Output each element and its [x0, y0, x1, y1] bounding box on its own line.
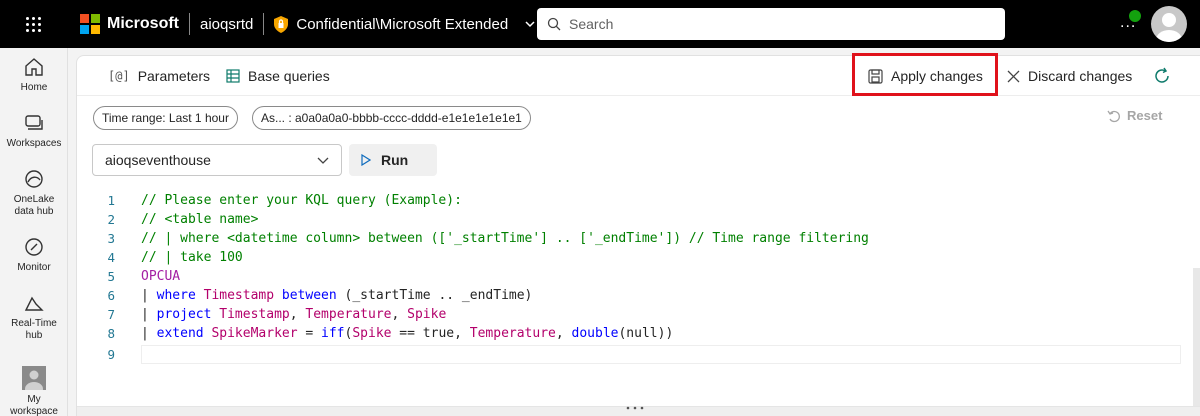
- line-number: 4: [107, 250, 115, 265]
- vertical-scrollbar[interactable]: [1193, 268, 1200, 416]
- reset-label: Reset: [1127, 108, 1163, 123]
- rail-item-onelake[interactable]: OneLake data hub: [0, 168, 68, 218]
- apply-changes-label: Apply changes: [891, 68, 983, 84]
- code-line: 9: [77, 345, 1200, 364]
- code-text: // | where <datetime column> between (['…: [141, 231, 869, 246]
- rail-label: Monitor: [17, 262, 51, 273]
- code-text: | extend SpikeMarker = iff(Spike == true…: [141, 326, 674, 341]
- discard-changes-label: Discard changes: [1028, 68, 1133, 84]
- run-button[interactable]: Run: [349, 144, 437, 176]
- code-line: 1 // Please enter your KQL query (Exampl…: [77, 191, 1200, 210]
- rail-label: My workspace: [10, 394, 58, 416]
- search-box[interactable]: [537, 8, 1005, 40]
- rail-item-workspaces[interactable]: Workspaces: [0, 112, 68, 150]
- microsoft-logo[interactable]: Microsoft: [80, 14, 179, 34]
- line-number: 9: [107, 347, 115, 362]
- rail-label: OneLake data hub: [13, 194, 55, 217]
- search-icon: [547, 17, 561, 31]
- rail-item-monitor[interactable]: Monitor: [0, 236, 68, 274]
- onelake-icon: [25, 170, 43, 188]
- base-queries-icon: [226, 69, 240, 83]
- query-editor-panel: [@] Parameters Base queries Apply change…: [76, 53, 1200, 416]
- sensitivity-label-button[interactable]: Confidential\Microsoft Extended: [274, 15, 536, 33]
- waffle-icon: [25, 16, 41, 32]
- presence-status-badge: [1127, 8, 1143, 24]
- parameters-icon: [@]: [108, 69, 130, 83]
- code-text: // Please enter your KQL query (Example)…: [141, 193, 462, 208]
- parameter-filter[interactable]: As... : a0a0a0a0-bbbb-cccc-dddd-e1e1e1e1…: [252, 106, 531, 130]
- undo-icon: [1107, 110, 1120, 122]
- rail-label: Real-Time hub: [11, 318, 57, 341]
- parameters-label: Parameters: [137, 68, 211, 84]
- reset-button[interactable]: Reset: [1107, 108, 1162, 123]
- workspace-name[interactable]: aioqsrtd: [200, 16, 253, 33]
- top-bar: Microsoft aioqsrtd Confidential\Microsof…: [0, 0, 1200, 48]
- workspaces-icon: [25, 115, 43, 130]
- code-line: 8 | extend SpikeMarker = iff(Spike == tr…: [77, 324, 1200, 343]
- rail-item-realtime-hub[interactable]: Real-Time hub: [0, 292, 68, 342]
- avatar: [22, 366, 46, 396]
- time-range-filter[interactable]: Time range: Last 1 hour: [93, 106, 238, 130]
- line-number: 3: [107, 231, 115, 246]
- save-icon: [868, 68, 883, 84]
- brand-name: Microsoft: [107, 15, 179, 32]
- close-icon: [1007, 70, 1020, 82]
- divider: [189, 13, 190, 35]
- discard-changes-button[interactable]: Discard changes: [1007, 68, 1132, 84]
- rail-item-my-workspace[interactable]: My workspace: [0, 366, 68, 416]
- sensitivity-label-text: Confidential\Microsoft Extended: [296, 15, 509, 33]
- code-line: 7 | project Timestamp, Temperature, Spik…: [77, 305, 1200, 324]
- code-text: // <table name>: [141, 212, 259, 227]
- line-number: 1: [107, 193, 115, 208]
- line-number: 2: [107, 212, 115, 227]
- base-queries-button[interactable]: Base queries: [226, 68, 330, 84]
- rail-label: Home: [20, 82, 48, 93]
- play-icon: [361, 154, 371, 166]
- home-icon: [25, 58, 43, 76]
- code-line: 3 // | where <datetime column> between (…: [77, 229, 1200, 248]
- code-line: 5 OPCUA: [77, 267, 1200, 286]
- rail-item-home[interactable]: Home: [0, 56, 68, 94]
- drag-handle-icon[interactable]: [625, 406, 645, 410]
- shield-icon: [274, 15, 289, 33]
- code-line: 4 // | take 100: [77, 248, 1200, 267]
- line-number: 6: [107, 288, 115, 303]
- search-input[interactable]: [569, 16, 969, 32]
- code-line: 6 | where Timestamp between (_startTime …: [77, 286, 1200, 305]
- database-select-value: aioqseventhouse: [105, 152, 211, 168]
- microsoft-logo-icon: [80, 14, 100, 34]
- realtime-hub-icon: [24, 296, 44, 311]
- line-number: 5: [107, 269, 115, 284]
- person-icon: [25, 370, 43, 396]
- run-label: Run: [381, 152, 409, 168]
- refresh-icon[interactable]: [1153, 67, 1171, 85]
- app-launcher-button[interactable]: [0, 0, 66, 48]
- parameters-button[interactable]: [@] Parameters: [108, 68, 210, 84]
- left-navigation-rail: Home Workspaces OneLake data hub Monitor…: [0, 48, 68, 416]
- code-line: 2 // <table name>: [77, 210, 1200, 229]
- account-avatar[interactable]: [1151, 6, 1187, 42]
- base-queries-label: Base queries: [248, 68, 330, 84]
- kql-code-editor[interactable]: 1 // Please enter your KQL query (Exampl…: [77, 191, 1200, 371]
- person-icon: [1156, 13, 1182, 42]
- line-number: 7: [107, 307, 115, 322]
- chevron-down-icon: [525, 21, 535, 28]
- chevron-down-icon: [317, 157, 329, 164]
- code-text: // | take 100: [141, 250, 243, 265]
- code-text: | project Timestamp, Temperature, Spike: [141, 307, 447, 322]
- database-select[interactable]: aioqseventhouse: [92, 144, 342, 176]
- line-number: 8: [107, 326, 115, 341]
- monitor-icon: [25, 238, 43, 256]
- rail-label: Workspaces: [6, 138, 62, 149]
- editor-toolbar: [@] Parameters Base queries Apply change…: [77, 53, 1200, 96]
- divider: [263, 13, 265, 35]
- code-text: | where Timestamp between (_startTime ..…: [141, 288, 533, 303]
- apply-changes-button[interactable]: Apply changes: [868, 68, 983, 84]
- code-text: OPCUA: [141, 269, 181, 284]
